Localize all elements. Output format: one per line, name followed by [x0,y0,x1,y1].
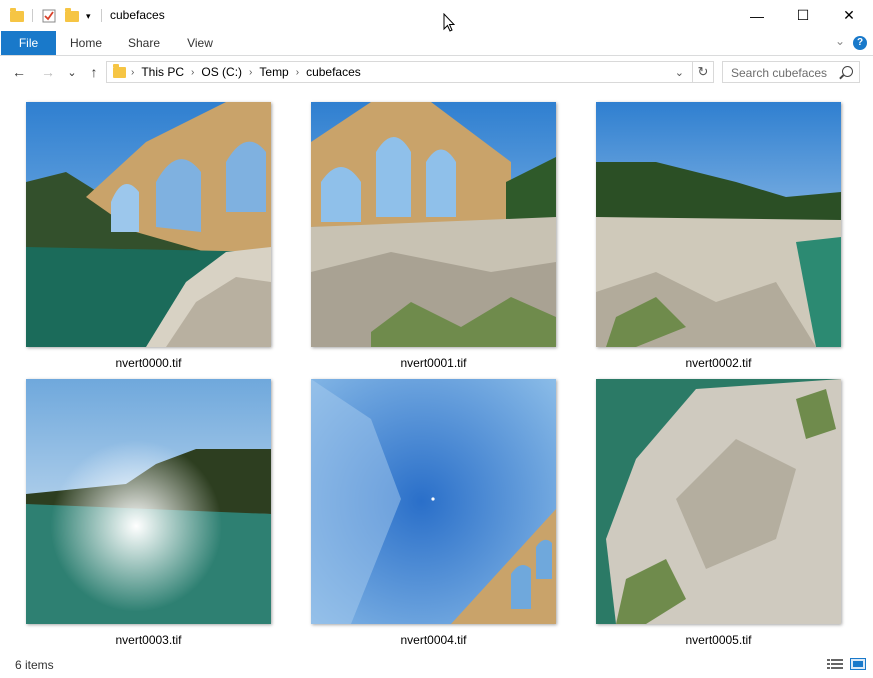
search-input[interactable]: Search cubefaces [722,61,860,83]
tab-file[interactable]: File [1,31,56,55]
file-name[interactable]: nvert0000.tif [26,356,271,370]
recent-locations-button[interactable]: ⌄ [63,63,81,81]
folder-icon [10,6,24,26]
thumbnail-river-sun[interactable] [26,379,271,624]
thumbnail-aqueduct-rocks[interactable] [311,102,556,347]
folder-icon [113,63,126,78]
breadcrumb-cubefaces[interactable]: cubefaces [302,65,365,79]
up-button[interactable]: ↑ [85,63,103,81]
expand-ribbon-icon[interactable]: ⌄ [835,34,845,48]
thumbnail-aqueduct-river[interactable] [26,102,271,347]
chevron-right-icon[interactable]: › [293,67,302,78]
file-name[interactable]: nvert0004.tif [311,633,556,647]
tab-home[interactable]: Home [62,31,110,55]
new-folder-icon[interactable] [65,6,79,26]
details-view-icon[interactable] [827,658,843,670]
maximize-button[interactable]: ☐ [780,0,826,31]
breadcrumb-this-pc[interactable]: This PC [137,65,188,79]
chevron-right-icon[interactable]: › [246,67,255,78]
address-bar[interactable]: › This PC › OS (C:) › Temp › cubefaces ⌄… [106,61,714,83]
file-name[interactable]: nvert0001.tif [311,356,556,370]
minimize-button[interactable]: — [734,0,780,31]
file-item[interactable]: nvert0002.tif [596,102,841,370]
title-bar: ▾ cubefaces — ☐ ✕ [0,0,873,32]
large-icons-view-icon[interactable] [850,658,866,670]
chevron-right-icon[interactable]: › [188,67,197,78]
status-bar: 6 items [0,651,873,678]
thumbnail-rock-closeup[interactable] [596,379,841,624]
address-dropdown-icon[interactable]: ⌄ [675,66,684,79]
file-item[interactable]: nvert0000.tif [26,102,271,370]
window-title: cubefaces [110,8,165,22]
file-view: nvert0000.tif nvert0001.tif nvert0002.ti… [0,88,873,651]
search-icon[interactable] [842,66,853,77]
chevron-right-icon[interactable]: › [128,67,137,78]
ribbon-tabs: File Home Share View ⌄ ? [0,31,873,56]
item-count: 6 items [15,658,54,672]
thumbnail-hills-rocks[interactable] [596,102,841,347]
navigation-bar: ← → ⌄ ↑ › This PC › OS (C:) › Temp › cub… [0,56,873,88]
thumbnail-sky-aqueduct-corner[interactable] [311,379,556,624]
tab-share[interactable]: Share [120,31,168,55]
refresh-icon[interactable]: ↻ [692,62,713,82]
file-item[interactable]: nvert0004.tif [311,379,556,647]
properties-icon[interactable] [42,6,56,26]
separator [32,9,33,22]
help-icon[interactable]: ? [853,36,867,50]
tab-view[interactable]: View [176,31,224,55]
forward-button[interactable]: → [39,63,57,81]
file-name[interactable]: nvert0005.tif [596,633,841,647]
close-button[interactable]: ✕ [826,0,872,31]
search-placeholder: Search cubefaces [731,66,828,80]
breadcrumb-os-c[interactable]: OS (C:) [197,65,246,79]
file-item[interactable]: nvert0001.tif [311,102,556,370]
separator [101,9,102,22]
file-name[interactable]: nvert0002.tif [596,356,841,370]
file-item[interactable]: nvert0003.tif [26,379,271,647]
breadcrumb-temp[interactable]: Temp [255,65,292,79]
customize-quick-access-icon[interactable]: ▾ [86,6,91,26]
file-name[interactable]: nvert0003.tif [26,633,271,647]
file-item[interactable]: nvert0005.tif [596,379,841,647]
back-button[interactable]: ← [10,63,28,81]
